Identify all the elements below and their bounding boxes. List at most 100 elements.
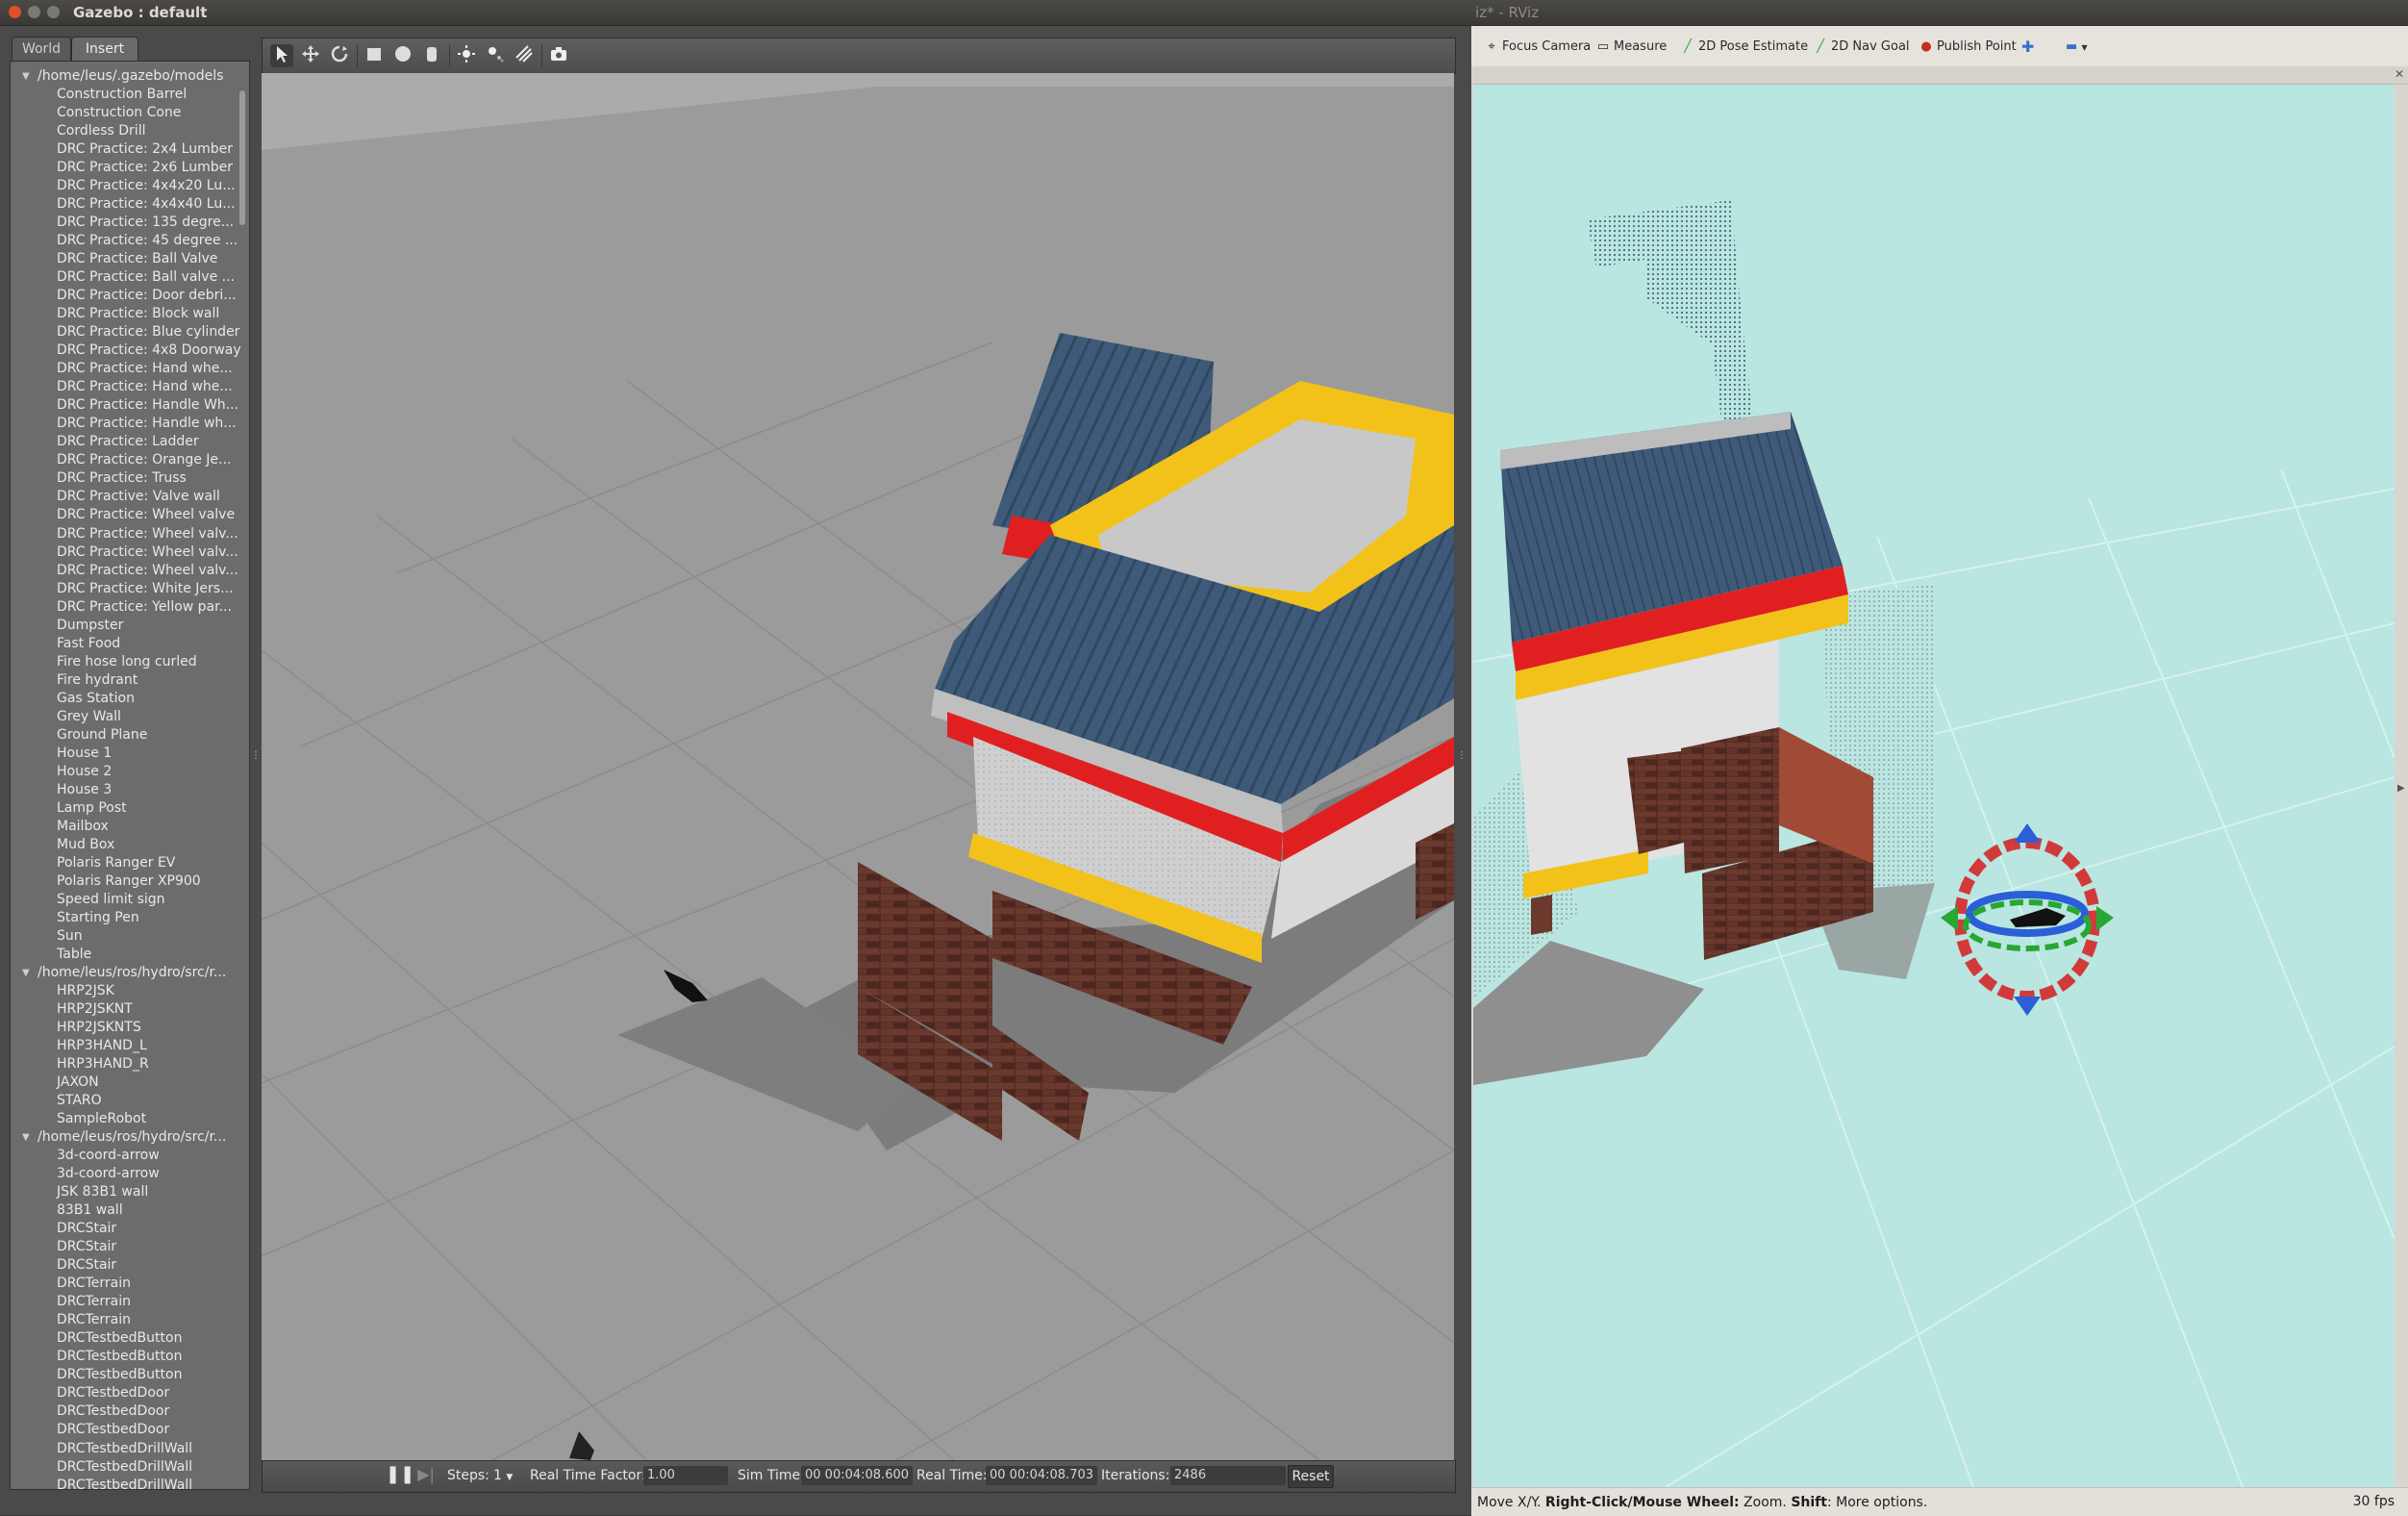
close-button[interactable] <box>9 6 21 18</box>
screenshot-icon[interactable] <box>547 44 570 67</box>
tree-item[interactable]: DRC Practice: Blue cylinder <box>57 323 239 341</box>
cylinder-icon[interactable] <box>420 44 443 67</box>
tree-item[interactable]: JSK 83B1 wall <box>57 1183 148 1201</box>
minimize-button[interactable] <box>28 6 40 18</box>
tree-item[interactable]: Construction Barrel <box>57 86 187 104</box>
measure-tool[interactable]: ▭ Measure <box>1596 38 1667 57</box>
pause-icon[interactable]: ❚❚ <box>386 1463 414 1486</box>
tree-item[interactable]: DRCTestbedDrillWall <box>57 1458 192 1477</box>
tree-item[interactable]: 3d-coord-arrow <box>57 1147 160 1165</box>
tree-item[interactable]: Polaris Ranger XP900 <box>57 872 201 891</box>
select-arrow-icon[interactable] <box>270 44 293 67</box>
tree-item[interactable]: DRCTestbedButton <box>57 1348 182 1366</box>
tree-item[interactable]: DRCTestbedDrillWall <box>57 1440 192 1458</box>
splitter-handle[interactable]: ⋮ <box>1457 750 1467 764</box>
tree-item[interactable]: House 3 <box>57 781 112 799</box>
tree-item[interactable]: DRC Practice: Ladder <box>57 433 199 451</box>
tree-item[interactable]: DRC Practice: White Jers... <box>57 580 233 598</box>
box-icon[interactable] <box>363 44 386 67</box>
tree-item[interactable]: DRC Practice: 2x4 Lumber <box>57 140 233 159</box>
tree-item[interactable]: DRCTestbedDrillWall <box>57 1477 192 1489</box>
tab-insert[interactable]: Insert <box>71 37 138 61</box>
tree-item[interactable]: DRC Practice: 2x6 Lumber <box>57 159 233 177</box>
tree-item[interactable]: DRCTerrain <box>57 1275 131 1293</box>
tree-item[interactable]: HRP3HAND_L <box>57 1037 147 1055</box>
directional-light-icon[interactable] <box>513 44 536 67</box>
tree-item[interactable]: Starting Pen <box>57 909 139 927</box>
tree-item[interactable]: 83B1 wall <box>57 1201 123 1220</box>
tree-item[interactable]: DRCStair <box>57 1220 116 1238</box>
tree-scrollbar[interactable] <box>239 90 245 225</box>
tree-item[interactable]: Gas Station <box>57 690 135 708</box>
tree-item[interactable]: DRC Practice: Wheel valv... <box>57 525 238 543</box>
close-icon[interactable]: ✕ <box>2395 67 2404 81</box>
add-tool-button[interactable]: ✚ <box>2021 38 2034 57</box>
tree-item[interactable]: DRC Practice: Wheel valve <box>57 506 235 524</box>
tree-item[interactable]: Cordless Drill <box>57 122 145 140</box>
tree-item[interactable]: Ground Plane <box>57 726 147 745</box>
tree-item[interactable]: DRC Practice: Hand whe... <box>57 378 233 396</box>
tree-item[interactable]: Grey Wall <box>57 708 121 726</box>
pose-estimate-tool[interactable]: ╱ 2D Pose Estimate <box>1681 38 1808 57</box>
tree-expand-icon[interactable]: ▼ <box>22 1128 30 1147</box>
tree-item[interactable]: DRC Practice: Handle wh... <box>57 415 237 433</box>
tree-item[interactable]: HRP2JSK <box>57 982 114 1000</box>
maximize-button[interactable] <box>47 6 60 18</box>
tree-item[interactable]: Fire hydrant <box>57 671 138 690</box>
tree-item[interactable]: DRC Practice: Ball Valve <box>57 250 217 268</box>
tree-item[interactable]: Fast Food <box>57 635 120 653</box>
tree-item[interactable]: DRC Practice: Door debri... <box>57 287 237 305</box>
tree-item[interactable]: DRC Practice: 4x4x40 Lu... <box>57 195 236 214</box>
tree-item[interactable]: DRC Practice: Wheel valv... <box>57 562 238 580</box>
tree-item[interactable]: DRCStair <box>57 1238 116 1256</box>
tree-item[interactable]: Dumpster <box>57 617 123 635</box>
tree-item[interactable]: DRC Practice: Yellow par... <box>57 598 232 617</box>
tree-item[interactable]: DRCTestbedDoor <box>57 1402 169 1421</box>
tree-item[interactable]: Fire hose long curled <box>57 653 197 671</box>
focus-camera-tool[interactable]: ⌖ Focus Camera <box>1485 38 1591 57</box>
tree-item[interactable]: 3d-coord-arrow <box>57 1165 160 1183</box>
tree-item[interactable]: DRC Practice: Wheel valv... <box>57 543 238 562</box>
tree-item[interactable]: DRC Practice: Ball valve ... <box>57 268 235 287</box>
spot-light-icon[interactable] <box>484 44 507 67</box>
remove-tool-button[interactable]: ▬ ▼ <box>2066 38 2088 57</box>
tab-world[interactable]: World <box>12 37 71 61</box>
point-light-icon[interactable] <box>455 44 478 67</box>
tree-item[interactable]: House 2 <box>57 763 112 781</box>
tree-item[interactable]: DRC Practice: 45 degree ... <box>57 232 238 250</box>
rotate-icon[interactable] <box>328 44 351 67</box>
tree-item[interactable]: DRC Practice: Handle Wh... <box>57 396 238 415</box>
tree-expand-icon[interactable]: ▼ <box>22 964 30 982</box>
tree-item[interactable]: House 1 <box>57 745 112 763</box>
tree-item[interactable]: Polaris Ranger EV <box>57 854 175 872</box>
tree-item[interactable]: Mud Box <box>57 836 114 854</box>
tree-item[interactable]: DRC Practice: Truss <box>57 469 187 488</box>
tree-item[interactable]: DRC Practice: Hand whe... <box>57 360 233 378</box>
tree-item[interactable]: DRC Practice: 4x4x20 Lu... <box>57 177 236 195</box>
tree-item[interactable]: DRCTestbedButton <box>57 1366 182 1384</box>
tree-item[interactable]: Mailbox <box>57 818 109 836</box>
tree-item[interactable]: DRC Practice: Block wall <box>57 305 219 323</box>
tree-item[interactable]: DRCTestbedDoor <box>57 1421 169 1439</box>
tree-folder[interactable]: /home/leus/ros/hydro/src/r... <box>38 964 226 982</box>
translate-icon[interactable] <box>299 44 322 67</box>
tree-folder[interactable]: /home/leus/ros/hydro/src/r... <box>38 1128 226 1147</box>
tree-item[interactable]: Table <box>57 946 91 964</box>
rviz-3d-view[interactable] <box>1473 85 2395 1487</box>
tree-item[interactable]: DRCTestbedButton <box>57 1329 182 1348</box>
tree-item[interactable]: DRC Practice: 135 degre... <box>57 214 234 232</box>
tree-item[interactable]: DRCStair <box>57 1256 116 1275</box>
step-icon[interactable]: ▶| <box>414 1463 438 1486</box>
tree-expand-icon[interactable]: ▼ <box>22 67 30 86</box>
splitter-handle[interactable]: ⋮ <box>251 750 261 764</box>
tree-item[interactable]: HRP2JSKNT <box>57 1000 133 1019</box>
tree-item[interactable]: DRC Practice: 4x8 Doorway <box>57 341 241 360</box>
sphere-icon[interactable] <box>391 44 414 67</box>
tree-item[interactable]: DRC Practice: Orange Je... <box>57 451 231 469</box>
nav-goal-tool[interactable]: ╱ 2D Nav Goal <box>1814 38 1909 57</box>
tree-folder[interactable]: /home/leus/.gazebo/models <box>38 67 223 86</box>
tree-item[interactable]: DRCTestbedDoor <box>57 1384 169 1402</box>
tree-item[interactable]: Lamp Post <box>57 799 127 818</box>
tree-item[interactable]: STARO <box>57 1092 102 1110</box>
tree-item[interactable]: HRP3HAND_R <box>57 1055 149 1074</box>
